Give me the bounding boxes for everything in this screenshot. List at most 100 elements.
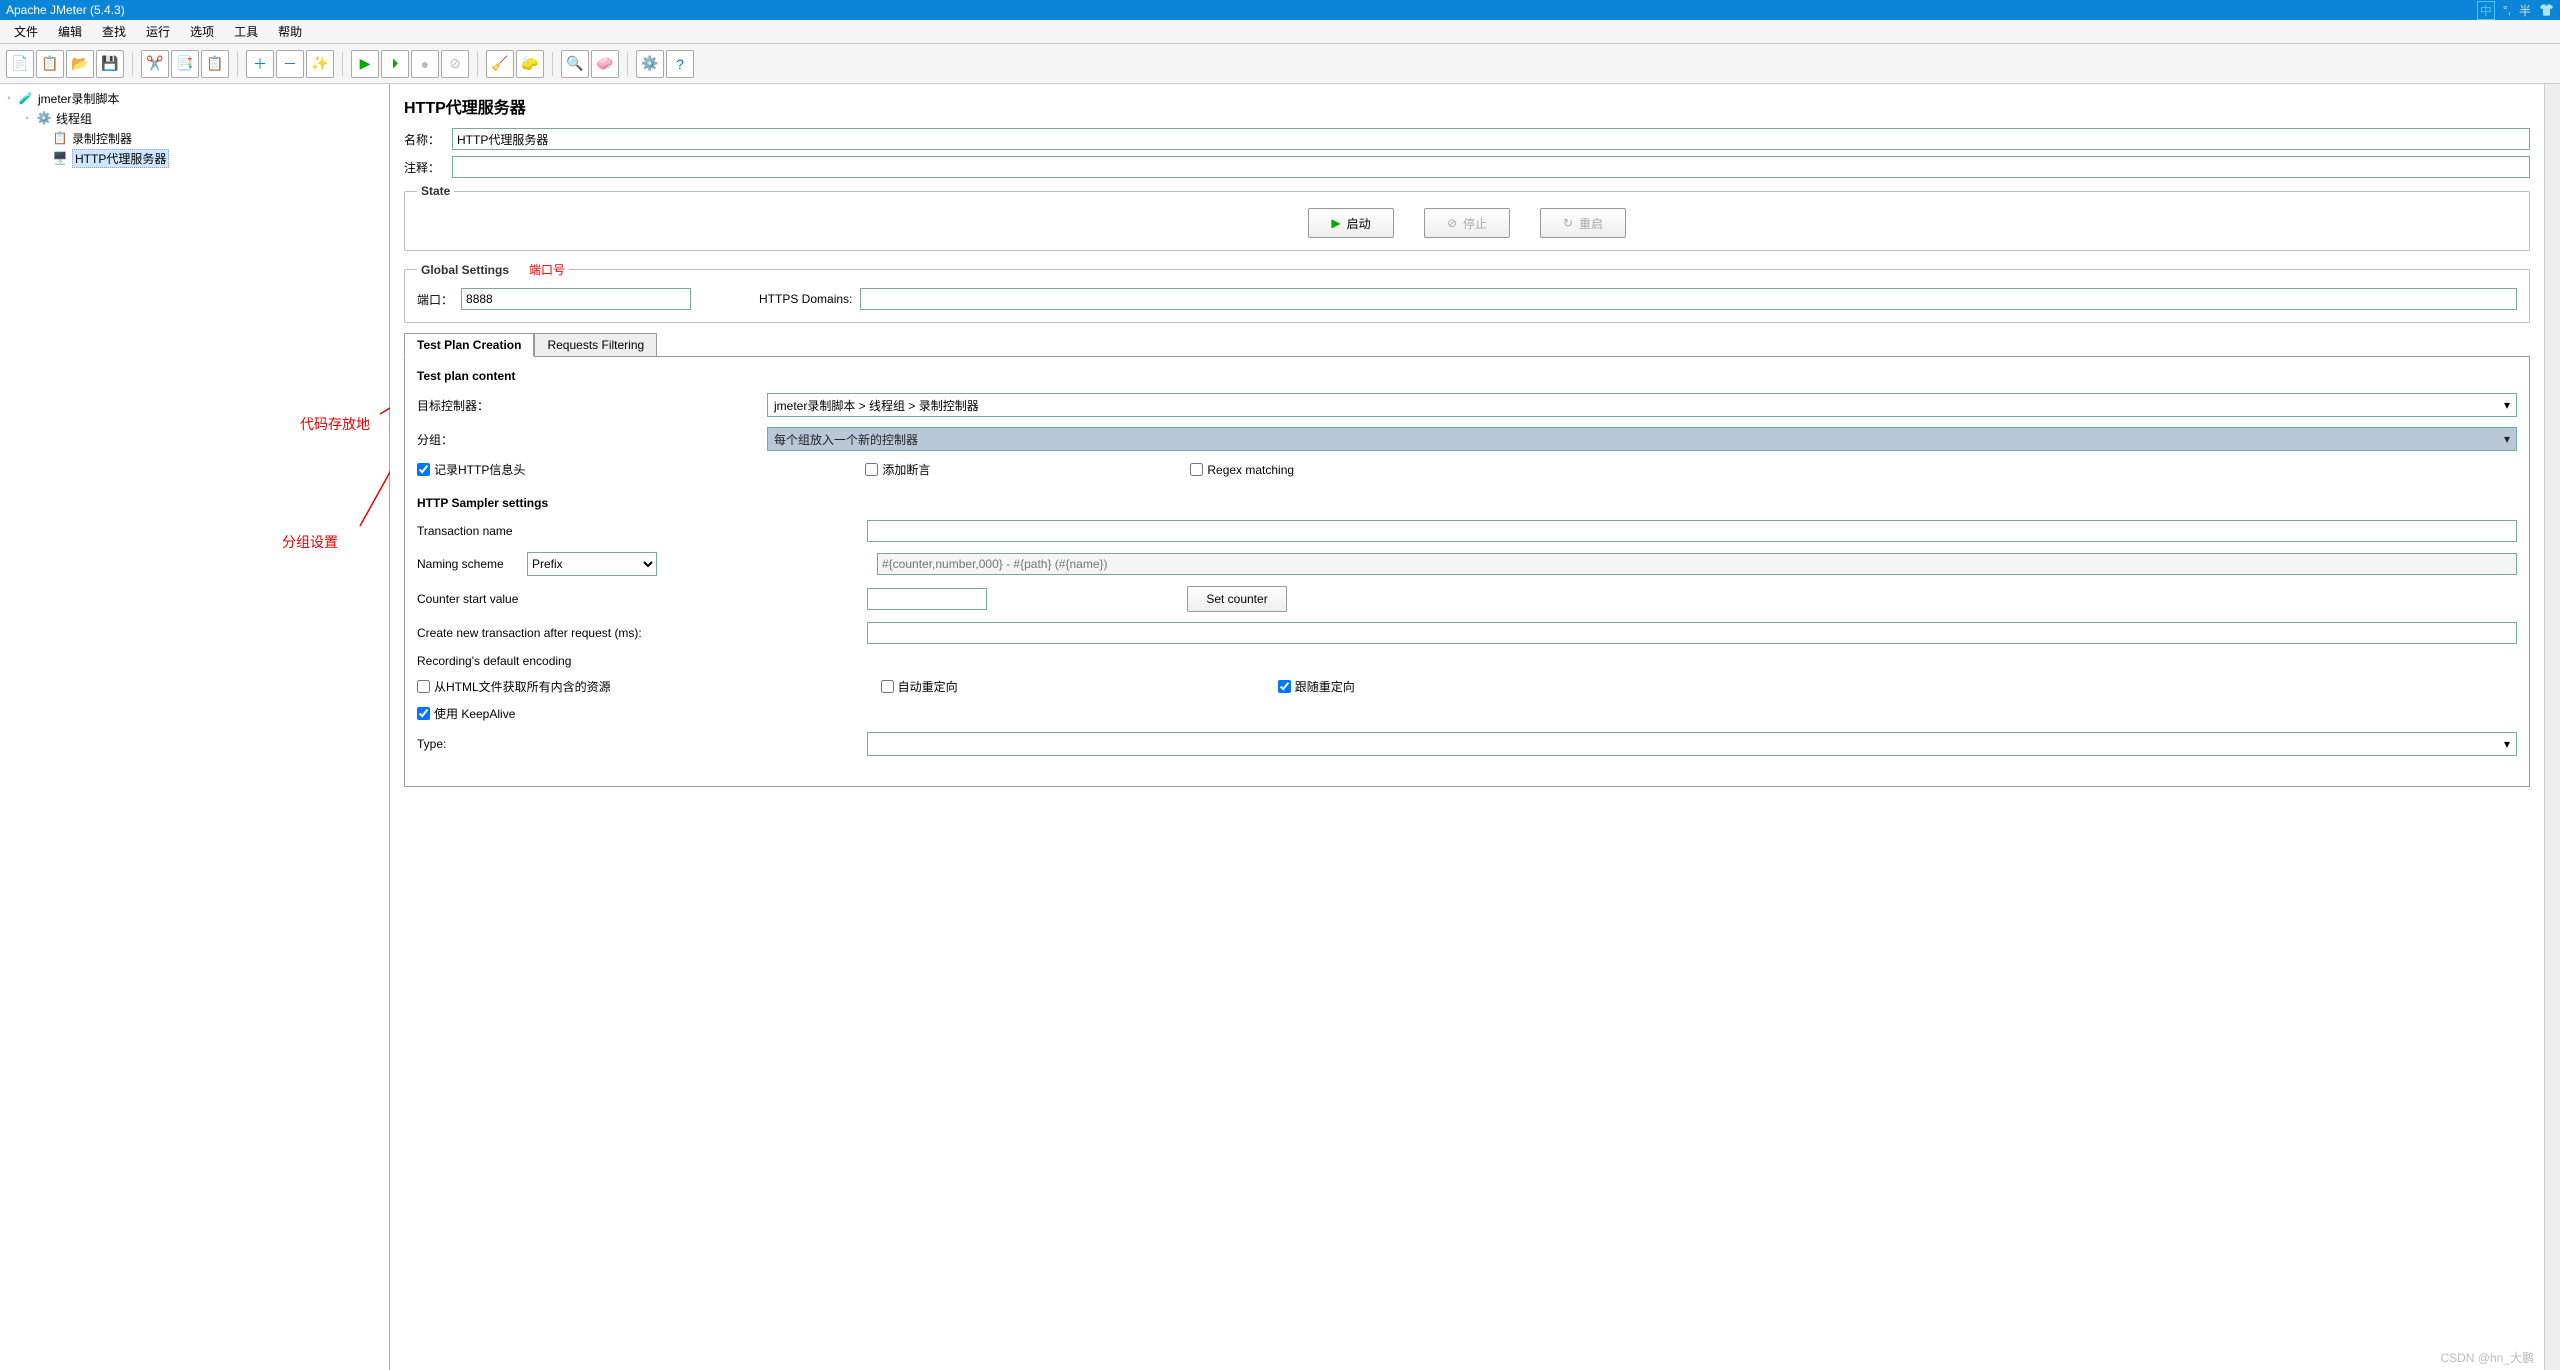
tree-toggle-icon[interactable]: ◦ <box>4 93 14 104</box>
titlebar: Apache JMeter (5.4.3) 中 °, 半 👕 <box>0 0 2560 20</box>
titlebar-right: 中 °, 半 👕 <box>2477 1 2554 20</box>
window-title: Apache JMeter (5.4.3) <box>6 3 125 17</box>
templates-button[interactable]: 📋 <box>36 50 64 78</box>
group-label: 分组： <box>417 431 757 448</box>
follow-redirect-checkbox[interactable]: 跟随重定向 <box>1278 678 1355 695</box>
wand-button[interactable]: ✨ <box>306 50 334 78</box>
name-label: 名称： <box>404 131 444 148</box>
controller-icon: 📋 <box>52 130 68 146</box>
menubar: 文件 编辑 查找 运行 选项 工具 帮助 <box>0 20 2560 44</box>
function-helper-button[interactable]: ⚙️ <box>636 50 664 78</box>
http-sampler-legend: HTTP Sampler settings <box>417 496 2517 510</box>
run-no-timer-button[interactable]: ⏵ <box>381 50 409 78</box>
gear-icon: ⚙️ <box>36 110 52 126</box>
main-panel: HTTP代理服务器 名称： 注释： State ▶ 启动 ⊘ <box>390 84 2544 1370</box>
tab-body: Test plan content 目标控制器： jmeter录制脚本 > 线程… <box>404 356 2530 787</box>
encoding-label: Recording's default encoding <box>417 654 857 668</box>
group-select[interactable]: 每个组放入一个新的控制器 <box>767 427 2517 451</box>
counter-start-input[interactable] <box>867 588 987 610</box>
transaction-name-input[interactable] <box>867 520 2517 542</box>
stop-button-state[interactable]: ⊘ 停止 <box>1424 208 1510 238</box>
state-fieldset: State ▶ 启动 ⊘ 停止 ↻ 重启 <box>404 184 2530 251</box>
stop-button[interactable]: ● <box>411 50 439 78</box>
clear-button[interactable]: 🧹 <box>486 50 514 78</box>
add-button[interactable]: ＋ <box>246 50 274 78</box>
panel-title: HTTP代理服务器 <box>404 94 2530 118</box>
tree-threadgroup-label: 线程组 <box>56 110 92 127</box>
ime-indicator[interactable]: 中 <box>2477 1 2495 20</box>
tab-creation[interactable]: Test Plan Creation <box>404 333 534 357</box>
create-txn-input[interactable] <box>867 622 2517 644</box>
menu-options[interactable]: 选项 <box>182 21 222 42</box>
help-button[interactable]: ? <box>666 50 694 78</box>
naming-scheme-label: Naming scheme <box>417 557 517 571</box>
testplan-content-legend: Test plan content <box>417 369 2517 383</box>
annotation-port: 端口号 <box>529 261 565 278</box>
tree-proxy-server[interactable]: 🖥️ HTTP代理服务器 <box>4 148 385 168</box>
menu-run[interactable]: 运行 <box>138 21 178 42</box>
restart-button[interactable]: ↻ 重启 <box>1540 208 1626 238</box>
comment-label: 注释： <box>404 159 444 176</box>
toolbar: 📄 📋 📂 💾 ✂️ 📑 📋 ＋ － ✨ ▶ ⏵ ● ⊘ 🧹 🧽 🔍 🧼 ⚙️ … <box>0 44 2560 84</box>
paste-button[interactable]: 📋 <box>201 50 229 78</box>
cut-button[interactable]: ✂️ <box>141 50 169 78</box>
copy-button[interactable]: 📑 <box>171 50 199 78</box>
tree-root[interactable]: ◦ 🧪 jmeter录制脚本 <box>4 88 385 108</box>
global-settings-fieldset: Global Settings 端口号 端口： HTTPS Domains: <box>404 261 2530 323</box>
port-label: 端口： <box>417 291 453 308</box>
shirt-icon[interactable]: 👕 <box>2539 3 2554 17</box>
open-button[interactable]: 📂 <box>66 50 94 78</box>
play-icon: ▶ <box>1331 216 1340 230</box>
tree-recording-label: 录制控制器 <box>72 130 132 147</box>
name-input[interactable] <box>452 128 2530 150</box>
tab-filtering[interactable]: Requests Filtering <box>534 333 657 357</box>
html-resources-checkbox[interactable]: 从HTML文件获取所有内含的资源 <box>417 678 611 695</box>
reset-search-button[interactable]: 🧼 <box>591 50 619 78</box>
menu-search[interactable]: 查找 <box>94 21 134 42</box>
transaction-name-label: Transaction name <box>417 524 857 538</box>
global-legend: Global Settings <box>421 263 509 277</box>
remove-button[interactable]: － <box>276 50 304 78</box>
port-input[interactable] <box>461 288 691 310</box>
testplan-icon: 🧪 <box>18 90 34 106</box>
naming-scheme-select[interactable]: Prefix <box>527 552 657 576</box>
run-button[interactable]: ▶ <box>351 50 379 78</box>
record-http-headers-checkbox[interactable]: 记录HTTP信息头 <box>417 461 525 478</box>
menu-help[interactable]: 帮助 <box>270 21 310 42</box>
type-select[interactable] <box>867 732 2517 756</box>
stop-icon: ⊘ <box>1447 216 1457 230</box>
start-button[interactable]: ▶ 启动 <box>1308 208 1394 238</box>
comment-input[interactable] <box>452 156 2530 178</box>
half-indicator[interactable]: 半 <box>2519 2 2531 19</box>
target-controller-select[interactable]: jmeter录制脚本 > 线程组 > 录制控制器 <box>767 393 2517 417</box>
type-label: Type: <box>417 737 857 751</box>
restart-icon: ↻ <box>1563 216 1573 230</box>
tree-proxy-label: HTTP代理服务器 <box>72 149 169 168</box>
watermark: CSDN @hn_大鹏 <box>2440 1349 2534 1366</box>
menu-file[interactable]: 文件 <box>6 21 46 42</box>
find-button[interactable]: 🔍 <box>561 50 589 78</box>
tree-root-label: jmeter录制脚本 <box>38 90 119 107</box>
new-button[interactable]: 📄 <box>6 50 34 78</box>
auto-redirect-checkbox[interactable]: 自动重定向 <box>881 678 958 695</box>
shutdown-button[interactable]: ⊘ <box>441 50 469 78</box>
tree-threadgroup[interactable]: ◦ ⚙️ 线程组 <box>4 108 385 128</box>
regex-matching-checkbox[interactable]: Regex matching <box>1190 463 1294 477</box>
https-label: HTTPS Domains: <box>759 292 852 306</box>
scrollbar[interactable] <box>2544 84 2560 1370</box>
save-button[interactable]: 💾 <box>96 50 124 78</box>
proxy-icon: 🖥️ <box>52 150 68 166</box>
menu-tools[interactable]: 工具 <box>226 21 266 42</box>
naming-format-input <box>877 553 2517 575</box>
clear-all-button[interactable]: 🧽 <box>516 50 544 78</box>
tab-strip: Test Plan Creation Requests Filtering <box>404 333 2530 357</box>
tree-panel: ◦ 🧪 jmeter录制脚本 ◦ ⚙️ 线程组 📋 录制控制器 🖥️ HTTP代… <box>0 84 390 1370</box>
menu-edit[interactable]: 编辑 <box>50 21 90 42</box>
set-counter-button[interactable]: Set counter <box>1187 586 1287 612</box>
tree-toggle-icon[interactable]: ◦ <box>22 113 32 124</box>
counter-start-label: Counter start value <box>417 592 857 606</box>
https-input[interactable] <box>860 288 2517 310</box>
add-assertion-checkbox[interactable]: 添加断言 <box>865 461 930 478</box>
keepalive-checkbox[interactable]: 使用 KeepAlive <box>417 705 515 722</box>
tree-recording-controller[interactable]: 📋 录制控制器 <box>4 128 385 148</box>
